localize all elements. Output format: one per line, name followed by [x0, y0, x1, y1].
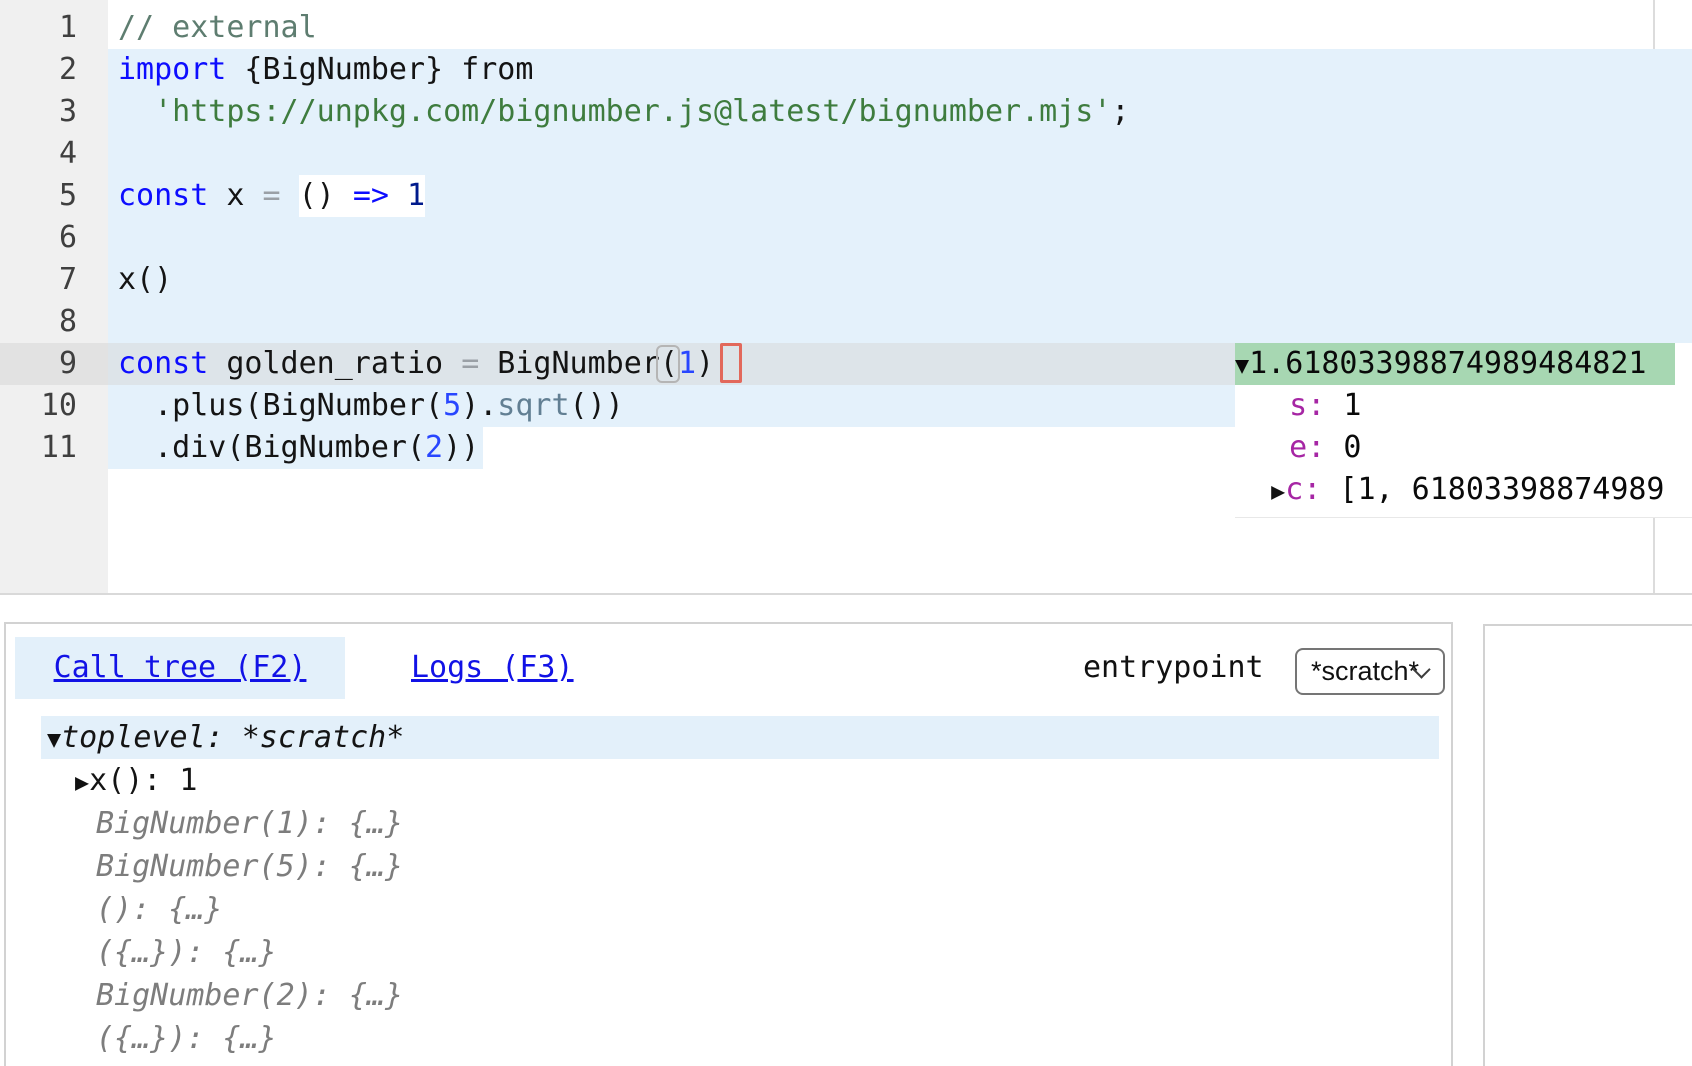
call-tree-item-muted[interactable]: BigNumber(1): {…} — [41, 802, 1445, 845]
code-token: 2 — [425, 430, 443, 465]
code-token: const — [118, 178, 208, 213]
line-number: 8 — [0, 301, 108, 343]
code-token — [118, 94, 154, 129]
code-token: const — [118, 346, 208, 381]
code-editor[interactable]: 1234567891011 // externalimport {BigNumb… — [0, 0, 1692, 595]
code-line[interactable] — [108, 301, 1692, 343]
line-number: 1 — [0, 7, 108, 49]
call-label: ({…}): {…} — [96, 1021, 277, 1056]
call-tree-item-muted[interactable]: ({…}): {…} — [41, 1017, 1445, 1060]
code-token: 'https://unpkg.com/bignumber.js@latest/b… — [154, 94, 1111, 129]
tab-logs[interactable]: Logs (F3) — [411, 637, 574, 699]
object-property-row: e: 0 — [1235, 427, 1692, 469]
code-line[interactable] — [108, 217, 1692, 259]
entrypoint-select[interactable]: *scratch* — [1295, 648, 1445, 695]
code-token — [281, 178, 299, 213]
property-key: s: — [1289, 388, 1325, 423]
line-number: 2 — [0, 49, 108, 91]
collapse-arrow-icon[interactable]: ▼ — [1235, 351, 1249, 379]
code-token: ) — [696, 346, 714, 381]
call-tree-panel: Call tree (F2) Logs (F3) entrypoint *scr… — [4, 622, 1453, 1066]
line-number: 5 — [0, 175, 108, 217]
code-token: ( — [660, 346, 678, 381]
result-value-header[interactable]: ▼1.61803398874989484821 — [1235, 343, 1675, 385]
code-token: x() — [118, 262, 172, 297]
code-token: 5 — [443, 388, 461, 423]
call-label: (): {…} — [96, 892, 222, 927]
code-line[interactable] — [108, 133, 1692, 175]
property-key: e: — [1289, 430, 1325, 465]
call-tree-item[interactable]: ▶x(): 1 — [41, 759, 1445, 802]
call-tree-item-muted[interactable]: BigNumber(5): {…} — [41, 845, 1445, 888]
code-token: = — [263, 178, 281, 213]
call-tree-toplevel-row[interactable]: ▼toplevel: *scratch* — [41, 716, 1439, 759]
code-line[interactable]: x() — [108, 259, 1692, 301]
code-token: golden_ratio — [208, 346, 461, 381]
line-number: 3 — [0, 91, 108, 133]
code-token — [389, 178, 407, 213]
expand-arrow-icon[interactable]: ▶ — [1271, 477, 1285, 505]
tab-call-tree[interactable]: Call tree (F2) — [15, 637, 345, 699]
code-token — [335, 178, 353, 213]
entrypoint-selected-value: *scratch* — [1311, 650, 1419, 693]
code-token: => — [353, 178, 389, 213]
object-property-row: s: 1 — [1235, 385, 1692, 427]
call-tree-item-muted[interactable]: ({…}): {…} — [41, 931, 1445, 974]
object-property-row[interactable]: ▶c: [1, 61803398874989 — [1235, 469, 1692, 511]
matching-bracket-box: ( — [660, 343, 678, 385]
code-line[interactable]: 'https://unpkg.com/bignumber.js@latest/b… — [108, 91, 1692, 133]
code-token: sqrt — [497, 388, 569, 423]
call-tree-tab-link[interactable]: Call tree (F2) — [15, 637, 345, 699]
call-tree: ▼toplevel: *scratch*▶x(): 1BigNumber(1):… — [41, 716, 1445, 1060]
unevaluated-expression-box: () => 1 — [299, 175, 425, 217]
code-token: import — [118, 52, 226, 87]
code-token: ()) — [570, 388, 624, 423]
code-token: .plus(BigNumber( — [118, 388, 443, 423]
expand-arrow-icon[interactable]: ▶ — [75, 768, 89, 796]
code-token: ; — [1111, 94, 1129, 129]
value-inspector-popup: ▼1.61803398874989484821 s: 1e: 0▶c: [1, … — [1235, 343, 1692, 518]
result-value: 1.61803398874989484821 — [1249, 346, 1646, 381]
line-number: 4 — [0, 133, 108, 175]
call-label: ({…}): {…} — [96, 935, 277, 970]
code-token: // external — [118, 10, 317, 45]
code-token: )) — [443, 430, 479, 465]
code-token: x — [208, 178, 262, 213]
line-number: 7 — [0, 259, 108, 301]
logs-tab-link[interactable]: Logs (F3) — [411, 637, 574, 699]
code-token: 1 — [678, 346, 696, 381]
code-token: ). — [461, 388, 497, 423]
line-number: 10 — [0, 385, 108, 427]
line-number: 6 — [0, 217, 108, 259]
code-line[interactable]: import {BigNumber} from — [108, 49, 1692, 91]
entrypoint-label: entrypoint — [1083, 637, 1264, 699]
property-value: 0 — [1325, 430, 1361, 465]
call-tree-item-muted[interactable]: (): {…} — [41, 888, 1445, 931]
code-token: = — [461, 346, 479, 381]
line-number-gutter: 1234567891011 — [0, 0, 108, 593]
code-line[interactable]: const x = () => 1 — [108, 175, 1692, 217]
line-number: 9 — [0, 343, 108, 385]
code-line[interactable]: // external — [108, 7, 1692, 49]
code-token: 1 — [407, 178, 425, 213]
side-panel-empty — [1483, 624, 1692, 1066]
code-token: {BigNumber} from — [226, 52, 533, 87]
call-label: BigNumber(2): {…} — [96, 978, 403, 1013]
line-number: 11 — [0, 427, 108, 469]
call-label: BigNumber(5): {…} — [96, 849, 403, 884]
call-label: BigNumber(1): {…} — [96, 806, 403, 841]
collapse-arrow-icon[interactable]: ▼ — [47, 725, 61, 753]
call-tree-item-muted[interactable]: BigNumber(2): {…} — [41, 974, 1445, 1017]
property-value: [1, 61803398874989 — [1321, 472, 1664, 507]
call-label: x(): 1 — [89, 763, 197, 798]
code-token: BigNumber — [479, 346, 660, 381]
toplevel-label: toplevel: *scratch* — [61, 720, 404, 755]
property-key: c: — [1285, 472, 1321, 507]
code-token: .div(BigNumber( — [118, 430, 425, 465]
text-cursor — [720, 343, 742, 383]
code-token: () — [299, 178, 335, 213]
property-value: 1 — [1325, 388, 1361, 423]
app-window: 1234567891011 // externalimport {BigNumb… — [0, 0, 1692, 1066]
